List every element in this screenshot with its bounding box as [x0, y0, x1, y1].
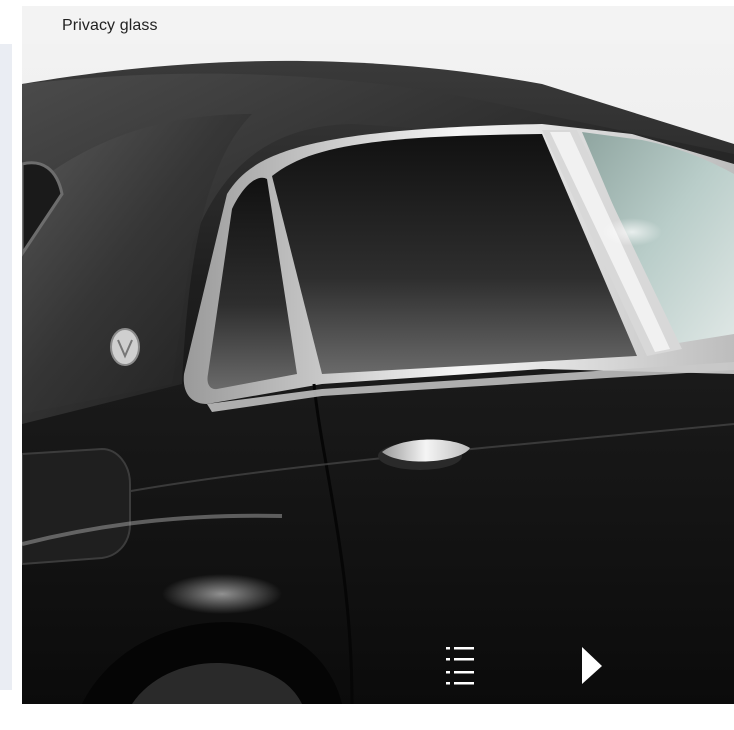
bottom-margin	[22, 704, 734, 730]
play-next-icon[interactable]	[570, 644, 614, 688]
car-illustration	[22, 60, 734, 704]
car-photo	[22, 44, 734, 704]
page-title: Privacy glass	[62, 17, 158, 34]
side-panel-edge	[0, 0, 12, 730]
list-icon[interactable]	[438, 644, 478, 688]
title-bar: Privacy glass	[22, 6, 734, 44]
